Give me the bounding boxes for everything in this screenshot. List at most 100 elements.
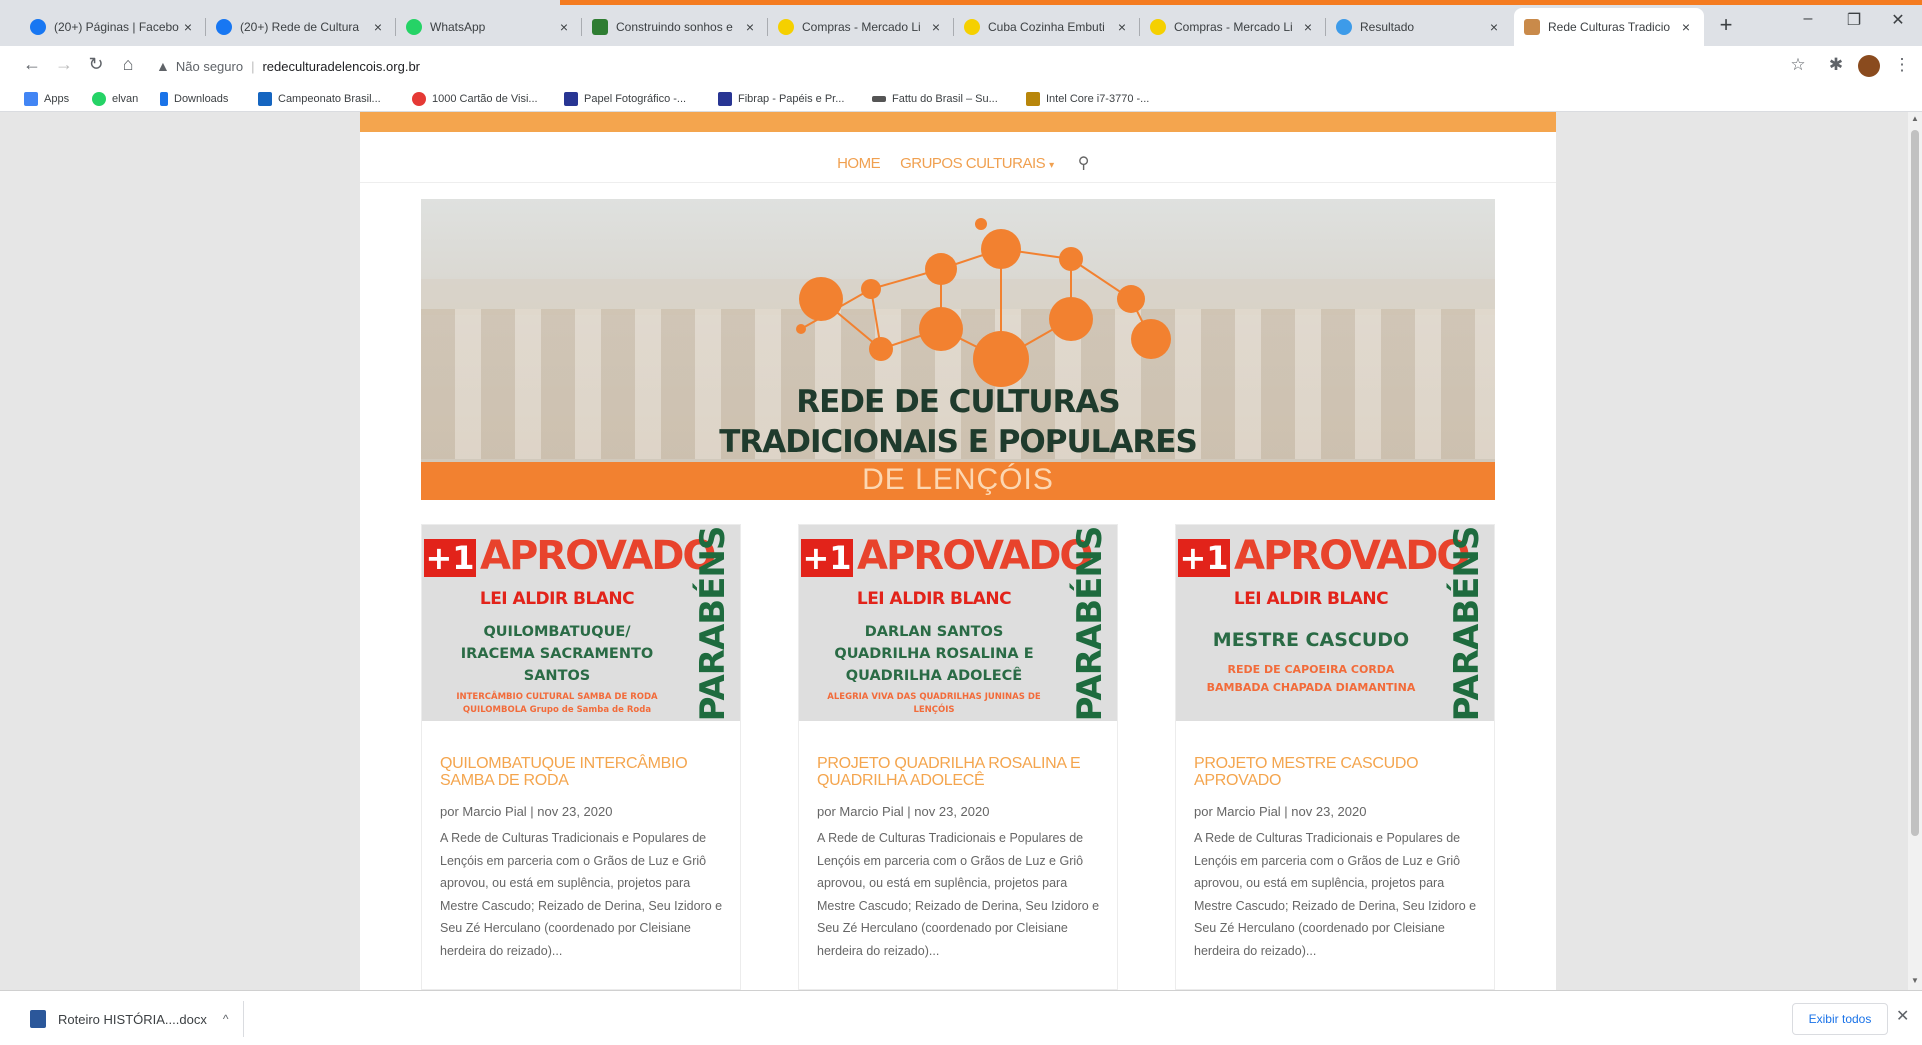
search-icon[interactable]: ⚲ — [1078, 153, 1090, 173]
tab-rede-culturas-active[interactable]: Rede Culturas Tradicio × — [1514, 8, 1704, 46]
close-tab-icon[interactable]: × — [1114, 19, 1130, 35]
congrats-vertical: PARABÉNS — [1447, 526, 1487, 721]
close-window-button[interactable]: ✕ — [1878, 10, 1918, 30]
bookmark-cartao-visita[interactable]: 1000 Cartão de Visi... — [412, 90, 538, 108]
post-image[interactable]: +1 APROVADO LEI ALDIR BLANC MESTRE CASCU… — [1176, 525, 1494, 721]
scroll-up-icon[interactable]: ▲ — [1908, 114, 1922, 123]
facebook-icon — [216, 19, 232, 35]
bookmarks-bar: Apps elvan Downloads Campeonato Brasil..… — [0, 86, 1922, 112]
post-title[interactable]: PROJETO MESTRE CASCUDO APROVADO — [1194, 755, 1484, 789]
tab-strip: (20+) Páginas | Facebo × (20+) Rede de C… — [0, 0, 1922, 46]
close-tab-icon[interactable]: × — [1300, 19, 1316, 35]
mercado-livre-icon — [1150, 19, 1166, 35]
menu-home[interactable]: HOME — [837, 155, 881, 172]
facebook-icon — [30, 19, 46, 35]
hero-title-line2: TRADICIONAIS E POPULARES — [719, 424, 1198, 460]
download-item[interactable]: Roteiro HISTÓRIA....docx ^ — [18, 1001, 244, 1037]
congrats-vertical: PARABÉNS — [1070, 526, 1110, 721]
approved-text: APROVADO — [857, 533, 1093, 579]
warning-icon: ▲ — [156, 58, 170, 74]
new-tab-button[interactable]: + — [1712, 12, 1740, 38]
bookmark-elvan[interactable]: elvan — [92, 90, 138, 108]
url-text[interactable]: redeculturadelencois.org.br — [262, 59, 420, 74]
post-image[interactable]: +1 APROVADO LEI ALDIR BLANC DARLAN SANTO… — [799, 525, 1117, 721]
post-title[interactable]: PROJETO QUADRILHA ROSALINA E QUADRILHA A… — [817, 755, 1107, 789]
security-status[interactable]: Não seguro — [176, 59, 243, 74]
tab-facebook-rede[interactable]: (20+) Rede de Cultura × — [206, 8, 396, 46]
bookmark-intel-core[interactable]: Intel Core i7-3770 -... — [1026, 90, 1149, 108]
close-tab-icon[interactable]: × — [928, 19, 944, 35]
scrollbar-thumb[interactable] — [1911, 130, 1919, 836]
bookmark-papel-fotografico[interactable]: Papel Fotográfico -... — [564, 90, 686, 108]
post-image[interactable]: +1 APROVADO LEI ALDIR BLANC QUILOMBATUQU… — [422, 525, 740, 721]
bookmark-fibrap[interactable]: Fibrap - Papéis e Pr... — [718, 90, 844, 108]
bookmark-star-icon[interactable]: ☆ — [1786, 55, 1810, 75]
post-excerpt: A Rede de Culturas Tradicionais e Popula… — [817, 831, 1100, 958]
page-scrollbar[interactable]: ▲ ▼ — [1908, 112, 1922, 990]
address-bar[interactable]: ▲ Não seguro | redeculturadelencois.org.… — [156, 52, 1776, 80]
extensions-icon[interactable]: ✱ — [1824, 55, 1848, 75]
whatsapp-icon — [92, 92, 106, 106]
bookmark-downloads[interactable]: Downloads — [160, 90, 228, 108]
close-tab-icon[interactable]: × — [742, 19, 758, 35]
post-meta: por Marcio Pial | nov 23, 2020 — [440, 804, 613, 819]
home-button[interactable]: ⌂ — [116, 54, 140, 75]
project-subtext: ALEGRIA VIVA DAS QUADRILHAS JUNINAS DE L… — [827, 692, 1041, 715]
tab-strip-accent — [560, 0, 1922, 5]
approved-text: APROVADO — [1234, 533, 1470, 579]
close-tab-icon[interactable]: × — [1678, 19, 1694, 35]
tab-facebook-pages[interactable]: (20+) Páginas | Facebo × — [20, 8, 206, 46]
site-favicon-icon — [1026, 92, 1040, 106]
chevron-up-icon[interactable]: ^ — [223, 1012, 229, 1026]
bookmark-apps[interactable]: Apps — [24, 90, 69, 108]
close-tab-icon[interactable]: × — [1486, 19, 1502, 35]
tab-mercado-livre-1[interactable]: Compras - Mercado Li × — [768, 8, 954, 46]
tab-whatsapp[interactable]: WhatsApp × — [396, 8, 582, 46]
post-excerpt: A Rede de Culturas Tradicionais e Popula… — [440, 831, 723, 958]
resultado-icon — [1336, 19, 1352, 35]
menu-grupos-culturais[interactable]: GRUPOS CULTURAIS ▾ — [900, 155, 1054, 172]
recipient-text: QUILOMBATUQUE/ IRACEMA SACRAMENTO SANTOS — [460, 624, 654, 684]
forward-button[interactable]: → — [52, 54, 76, 75]
post-card: +1 APROVADO LEI ALDIR BLANC QUILOMBATUQU… — [421, 524, 741, 990]
bookmark-campeonato[interactable]: Campeonato Brasil... — [258, 90, 381, 108]
close-tab-icon[interactable]: × — [556, 19, 572, 35]
bookmark-fattu[interactable]: Fattu do Brasil – Su... — [872, 90, 998, 108]
show-all-button[interactable]: Exibir todos — [1792, 1003, 1888, 1035]
law-text: LEI ALDIR BLANC — [856, 589, 1012, 609]
close-tab-icon[interactable]: × — [370, 19, 386, 35]
mercado-livre-icon — [964, 19, 980, 35]
back-button[interactable]: ← — [20, 54, 44, 75]
post-card: +1 APROVADO LEI ALDIR BLANC DARLAN SANTO… — [798, 524, 1118, 990]
minimize-button[interactable]: – — [1788, 10, 1828, 28]
law-text: LEI ALDIR BLANC — [479, 589, 635, 609]
reload-button[interactable]: ↻ — [84, 54, 108, 75]
menu-kebab-icon[interactable]: ⋮ — [1890, 55, 1914, 75]
congrats-vertical: PARABÉNS — [693, 526, 733, 721]
approved-text: APROVADO — [480, 533, 716, 579]
scroll-down-icon[interactable]: ▼ — [1908, 976, 1922, 985]
tab-mercado-livre-2[interactable]: Compras - Mercado Li × — [1140, 8, 1326, 46]
download-filename: Roteiro HISTÓRIA....docx — [58, 1011, 207, 1027]
restore-button[interactable]: ❐ — [1834, 10, 1874, 30]
hero-title-line1: REDE DE CULTURAS — [796, 384, 1121, 420]
apps-grid-icon — [24, 92, 38, 106]
law-text: LEI ALDIR BLANC — [1233, 589, 1389, 609]
word-doc-icon — [30, 1010, 46, 1028]
site-favicon-icon — [718, 92, 732, 106]
site-favicon-icon — [592, 19, 608, 35]
tab-cuba-cozinha[interactable]: Cuba Cozinha Embuti × — [954, 8, 1140, 46]
tab-resultado[interactable]: Resultado × — [1326, 8, 1512, 46]
hero-band-text: DE LENÇÓIS — [862, 463, 1054, 496]
tab-construindo-sonhos[interactable]: Construindo sonhos e × — [582, 8, 768, 46]
download-bar: Roteiro HISTÓRIA....docx ^ Exibir todos … — [0, 990, 1922, 1045]
close-tab-icon[interactable]: × — [180, 19, 196, 35]
post-meta: por Marcio Pial | nov 23, 2020 — [1194, 804, 1367, 819]
site-top-bar — [360, 112, 1556, 132]
post-excerpt: A Rede de Culturas Tradicionais e Popula… — [1194, 831, 1477, 958]
post-title[interactable]: QUILOMBATUQUE INTERCÂMBIO SAMBA DE RODA — [440, 755, 730, 789]
profile-avatar[interactable] — [1858, 55, 1880, 77]
site-favicon-icon — [1524, 19, 1540, 35]
close-icon[interactable]: ✕ — [1896, 1006, 1909, 1026]
site-favicon-icon — [412, 92, 426, 106]
